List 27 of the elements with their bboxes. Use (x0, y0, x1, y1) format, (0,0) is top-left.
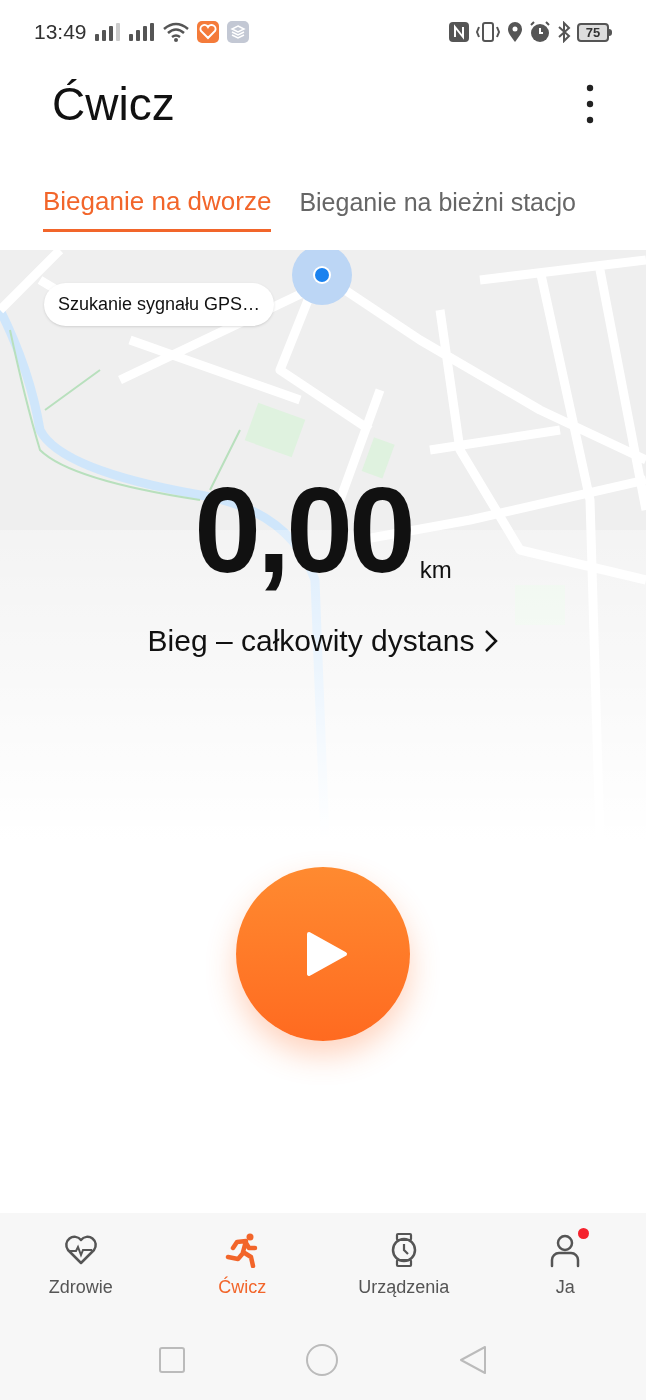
chevron-right-icon (484, 628, 499, 653)
signal-icon (94, 23, 121, 41)
play-icon (305, 930, 349, 978)
heart-app-icon (196, 21, 219, 43)
location-icon (507, 22, 523, 42)
alarm-icon (529, 21, 551, 43)
distance-type-link[interactable]: Bieg – całkowity dystans (147, 618, 499, 663)
gps-status-pill: Szukanie sygnału GPS… (44, 283, 275, 326)
tab[interactable]: Bieganie na bieżni stacjo (299, 183, 576, 232)
back-icon[interactable] (459, 1345, 487, 1375)
signal-icon (128, 23, 155, 41)
bluetooth-icon (557, 21, 571, 43)
recent-apps-icon[interactable] (159, 1347, 185, 1373)
wifi-icon (162, 22, 189, 42)
more-options-icon[interactable] (586, 84, 594, 124)
distance-value: 0,00 (194, 470, 412, 590)
layers-app-icon (226, 21, 249, 43)
clock-time: 13:49 (34, 19, 87, 46)
home-icon[interactable] (305, 1343, 339, 1377)
nav-tab[interactable]: Ja (495, 1232, 636, 1301)
battery-icon: 75 (577, 22, 612, 42)
vibrate-icon (475, 22, 501, 42)
distance-unit: km (419, 555, 452, 585)
page-title: Ćwicz (52, 76, 175, 132)
nav-tab[interactable]: Zdrowie (10, 1232, 151, 1301)
nav-tab[interactable]: Urządzenia (333, 1232, 474, 1301)
nfc-icon (449, 22, 469, 42)
